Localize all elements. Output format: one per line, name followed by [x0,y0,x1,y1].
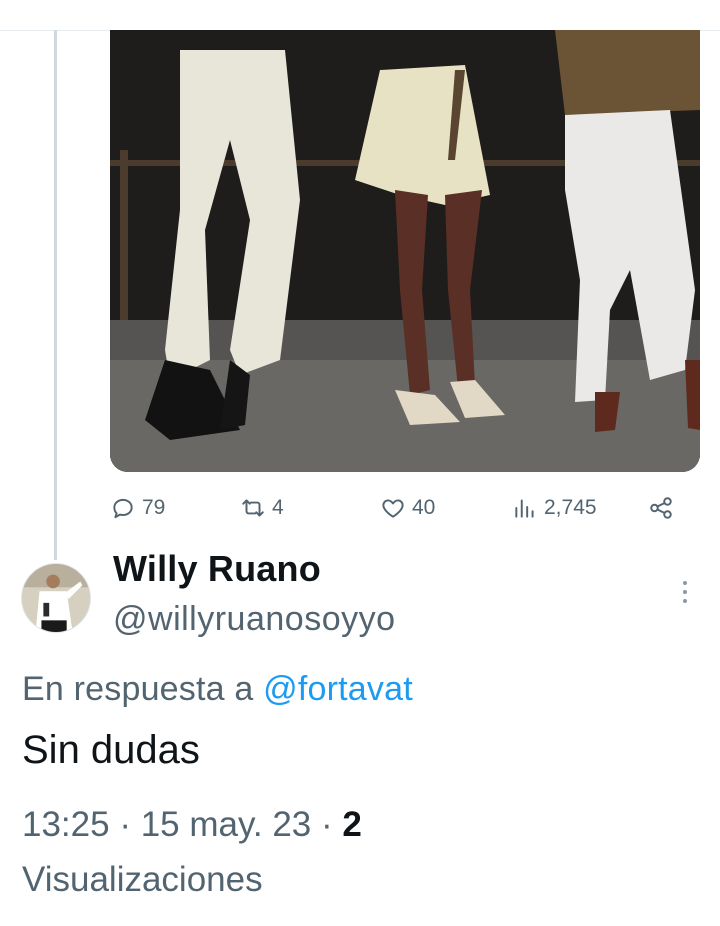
more-dot [683,581,687,585]
heart-icon [382,499,404,518]
meta-separator: · [321,805,333,844]
retweet-button[interactable]: 4 [240,490,284,526]
tweet-date[interactable]: 15 may. 23 [141,805,312,844]
reply-context: En respuesta a @fortavat [22,670,413,709]
like-count: 40 [412,496,436,519]
reply-count: 79 [142,496,166,519]
thread-line [54,30,57,560]
tweet-media-image[interactable] [110,30,700,472]
tweet-views-count: 2 [342,805,362,844]
avatar-image [22,564,90,632]
reply-icon [113,498,133,519]
author-handle[interactable]: @willyruanosoyyo [113,600,396,639]
share-icon [650,497,672,519]
meta-separator: · [119,805,131,844]
reply-button[interactable]: 79 [110,490,165,526]
reply-text: Sin dudas [22,728,200,772]
media-illustration [110,30,700,472]
like-button[interactable]: 40 [380,490,435,526]
views-count: 2,745 [544,496,597,519]
more-dot [683,599,687,603]
retweet-count: 4 [272,496,284,519]
tweet-time[interactable]: 13:25 [22,805,110,844]
author-display-name[interactable]: Willy Ruano [113,548,321,590]
retweet-icon [242,499,264,517]
tweet-meta: 13:25 · 15 may. 23 · 2 [22,805,362,845]
reply-mention-link[interactable]: @fortavat [263,670,413,708]
tweet-views-label: Visualizaciones [22,860,263,899]
more-dot [683,590,687,594]
more-options-icon[interactable] [673,578,697,606]
avatar[interactable] [21,563,91,633]
tweet-action-bar: 79 4 40 2,745 [110,490,690,526]
share-button[interactable] [648,490,674,526]
views-icon [515,499,534,518]
reply-prefix: En respuesta a [22,670,254,708]
views-button[interactable]: 2,745 [512,490,597,526]
